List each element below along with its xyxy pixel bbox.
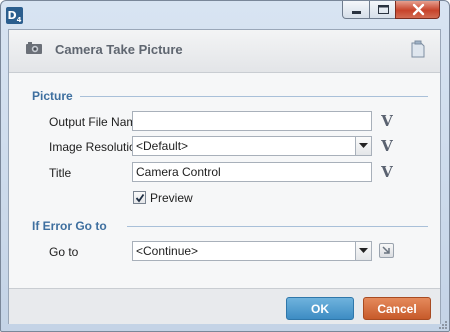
maximize-icon [378, 5, 389, 14]
chevron-down-icon [359, 248, 368, 253]
section-picture-label: Picture [32, 89, 73, 103]
page-title: Camera Take Picture [55, 42, 183, 57]
go-to-label: Go to [49, 245, 79, 259]
dialog-header: Camera Take Picture [9, 30, 440, 73]
image-resolution-value: <Default> [136, 139, 189, 153]
app-logo-icon: D4 [6, 7, 23, 25]
camera-icon [26, 42, 42, 54]
title-variable-button[interactable]: V [377, 163, 397, 181]
title-bar[interactable]: D4 [1, 1, 449, 27]
title-field[interactable]: Camera Control [132, 162, 372, 182]
image-resolution-variable-button[interactable]: V [377, 137, 397, 155]
close-icon [412, 3, 425, 16]
arrow-down-right-icon [382, 246, 390, 254]
output-file-name-label: Output File Name [49, 115, 144, 129]
go-to-target-button[interactable] [379, 243, 394, 258]
minimize-icon [352, 11, 361, 14]
maximize-button[interactable] [369, 1, 396, 19]
resize-grip-icon[interactable] [438, 320, 448, 330]
dialog-client: Camera Take Picture Picture Output File … [8, 29, 441, 324]
title-label: Title [49, 166, 72, 180]
note-icon[interactable] [410, 40, 426, 58]
image-resolution-dropdown[interactable]: <Default> [132, 136, 372, 156]
section-divider [127, 226, 428, 227]
dialog-footer: OK Cancel [9, 288, 440, 324]
dropdown-arrow[interactable] [355, 242, 371, 260]
minimize-button[interactable] [342, 1, 370, 19]
preview-label: Preview [150, 191, 193, 205]
go-to-dropdown[interactable]: <Continue> [132, 241, 372, 261]
go-to-value: <Continue> [136, 244, 199, 258]
section-error-label: If Error Go to [32, 219, 107, 233]
checkmark-icon [135, 193, 145, 203]
preview-checkbox[interactable] [133, 191, 146, 204]
image-resolution-label: Image Resolution [49, 140, 143, 154]
dropdown-arrow[interactable] [355, 137, 371, 155]
chevron-down-icon [359, 143, 368, 148]
output-file-name-field[interactable] [132, 111, 372, 131]
close-button[interactable] [395, 1, 440, 19]
output-file-name-variable-button[interactable]: V [377, 112, 397, 130]
section-divider [80, 96, 428, 97]
ok-button[interactable]: OK [286, 297, 354, 320]
cancel-button[interactable]: Cancel [363, 297, 431, 320]
dialog-window: D4 Camera Take Picture Picture Output Fi… [0, 0, 450, 332]
